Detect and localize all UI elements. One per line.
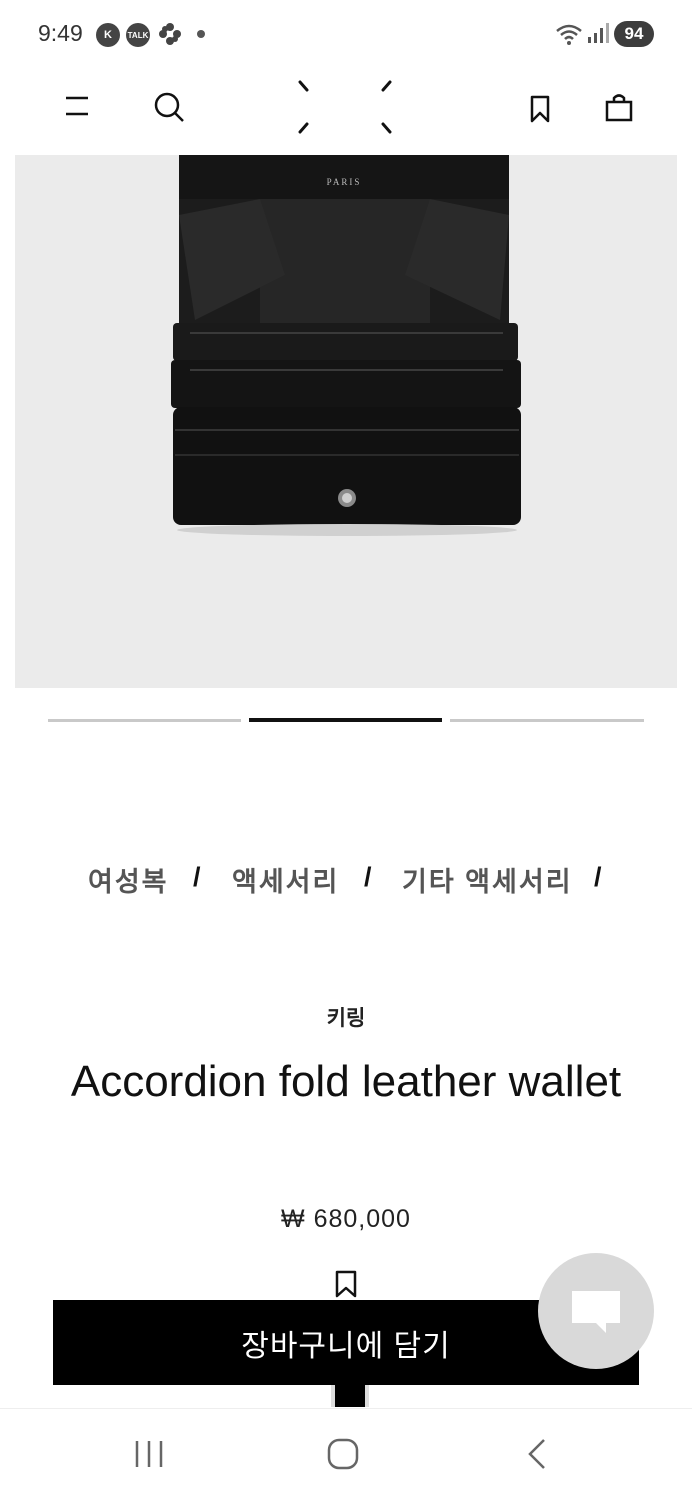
k-icon: K [96, 23, 120, 47]
shopping-bag-icon[interactable] [604, 92, 634, 129]
back-icon[interactable] [524, 1437, 550, 1476]
recent-apps-icon[interactable] [132, 1439, 166, 1474]
home-icon[interactable] [326, 1437, 360, 1476]
signal-icon [587, 22, 609, 49]
breadcrumb-item-other-accessories[interactable]: 기타 액세서리 [402, 860, 573, 899]
search-icon[interactable] [152, 90, 186, 129]
breadcrumb-item-womens[interactable]: 여성복 [88, 860, 169, 899]
system-navigation-bar [0, 1408, 692, 1501]
carousel-indicator-1[interactable] [48, 719, 241, 722]
battery-indicator: 94 [614, 21, 654, 47]
breadcrumb-separator: / [193, 862, 201, 892]
logo-imprint-text: PARIS [327, 177, 362, 187]
breadcrumb-separator: / [364, 862, 372, 892]
status-bar: 9:49 K TALK 94 [0, 0, 692, 66]
product-price: ₩ 680,000 [281, 1205, 411, 1233]
carousel-indicator-2[interactable] [249, 718, 442, 722]
dot-icon [197, 30, 205, 38]
top-header [0, 66, 692, 156]
menu-icon[interactable] [60, 92, 94, 125]
wifi-icon [555, 22, 583, 51]
brand-logo[interactable] [294, 78, 396, 143]
product-category: 키링 [326, 1007, 366, 1030]
product-image[interactable]: PARIS [15, 155, 677, 688]
carousel-indicator-3[interactable] [450, 719, 644, 722]
breadcrumb-separator: / [594, 862, 602, 892]
bookmark-icon[interactable] [528, 94, 552, 129]
wishlist-bookmark-icon[interactable] [334, 1270, 358, 1298]
product-title: Accordion fold leather wallet [70, 1057, 622, 1106]
chat-button[interactable] [538, 1253, 654, 1369]
breadcrumb-item-accessories[interactable]: 액세서리 [232, 860, 339, 899]
flower-icon [157, 21, 183, 52]
talk-icon: TALK [126, 23, 150, 47]
sticky-bar-handle [331, 1385, 369, 1407]
status-time: 9:49 [38, 20, 83, 46]
chat-bubble-icon [572, 1291, 620, 1333]
